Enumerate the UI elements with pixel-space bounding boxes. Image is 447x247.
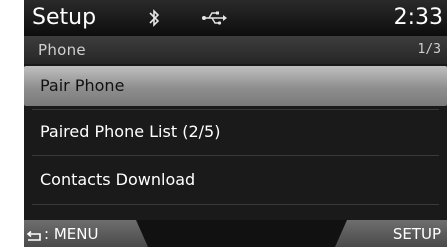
menu-item-contacts-download[interactable]: Contacts Download — [24, 160, 447, 200]
menu-item-label: Contacts Download — [40, 170, 196, 189]
page-indicator: 1/3 — [417, 42, 441, 57]
menu-item-paired-phone-list[interactable]: Paired Phone List (2/5) — [24, 112, 447, 152]
status-bar: Setup 2:33 — [24, 0, 447, 36]
head-unit-screen: Setup 2:33 Phone 1/3 Pair Phone Paired P… — [24, 0, 447, 247]
setup-button[interactable]: SETUP — [335, 220, 447, 247]
usb-icon — [201, 10, 227, 26]
divider — [32, 109, 439, 110]
section-title: Phone — [38, 41, 86, 59]
menu-button[interactable]: : MENU — [24, 220, 148, 247]
menu-button-label: : MENU — [44, 225, 99, 243]
menu-item-label: Pair Phone — [40, 76, 125, 95]
setup-button-label: SETUP — [392, 225, 441, 243]
clock: 2:33 — [393, 5, 443, 30]
section-header: Phone 1/3 — [24, 36, 447, 64]
divider — [32, 204, 439, 205]
menu-item-pair-phone[interactable]: Pair Phone — [24, 66, 447, 106]
bluetooth-icon — [147, 8, 161, 28]
menu-item-label: Paired Phone List (2/5) — [40, 122, 221, 141]
divider — [32, 155, 439, 156]
screen-title: Setup — [32, 5, 97, 30]
return-icon — [26, 228, 42, 241]
